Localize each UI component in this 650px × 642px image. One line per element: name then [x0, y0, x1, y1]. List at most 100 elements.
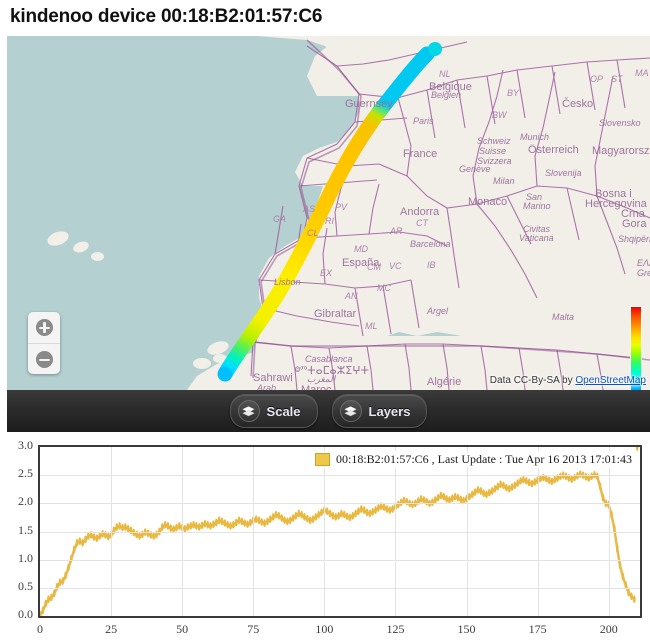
- minus-icon: [35, 351, 53, 368]
- map-label: Česko: [562, 98, 594, 110]
- y-tick-label: 0.5: [18, 578, 33, 593]
- series-marker: [375, 507, 376, 513]
- series-marker: [130, 527, 131, 533]
- series-marker: [51, 594, 52, 600]
- series-marker: [332, 513, 333, 519]
- series-marker: [318, 512, 319, 518]
- series-marker: [511, 484, 512, 490]
- map-label: Algérie: [427, 376, 462, 388]
- layers-button[interactable]: Layers: [331, 394, 428, 428]
- map-label: Marino: [523, 201, 551, 211]
- series-shadow: [40, 473, 636, 616]
- series-marker: [335, 514, 336, 520]
- series-marker: [298, 510, 299, 516]
- series-marker: [443, 493, 444, 499]
- y-tick-label: 1.0: [18, 550, 33, 565]
- series-marker: [125, 524, 126, 530]
- series-marker: [591, 473, 592, 479]
- series-marker: [224, 520, 225, 526]
- map-zoom-control[interactable]: [28, 312, 60, 374]
- series-marker: [349, 514, 350, 520]
- map-container[interactable]: Guernsey Paris France Belgique Belgien NL OP ST…: [7, 36, 650, 390]
- gridline-vertical: [111, 447, 113, 616]
- gridline-vertical: [182, 447, 184, 616]
- series-marker: [631, 593, 632, 599]
- series-marker: [301, 512, 302, 518]
- map-label: Magyarország: [592, 145, 650, 157]
- x-tick-label: 50: [176, 622, 189, 636]
- x-tick-label: 0: [37, 622, 43, 636]
- series-marker: [358, 508, 359, 514]
- map-label: Vaticana: [519, 233, 554, 243]
- series-marker: [554, 477, 555, 483]
- series-marker: [82, 540, 83, 546]
- gridline-horizontal: [40, 475, 640, 477]
- map-label: Genève: [459, 164, 491, 174]
- series-marker: [76, 540, 77, 546]
- series-marker: [600, 483, 601, 489]
- map-label: Casablanca: [305, 354, 353, 364]
- series-marker: [344, 512, 345, 518]
- series-marker: [503, 482, 504, 488]
- series-marker: [193, 522, 194, 528]
- series-marker: [480, 488, 481, 494]
- map-label: AN: [345, 291, 358, 301]
- series-marker: [275, 512, 276, 518]
- series-marker: [287, 518, 288, 524]
- scale-button[interactable]: Scale: [229, 394, 318, 428]
- series-marker: [435, 497, 436, 503]
- map-label: MD: [354, 244, 368, 254]
- zoom-out-button[interactable]: [28, 343, 60, 374]
- series-marker: [455, 493, 456, 499]
- map-label: Andorra: [400, 206, 440, 218]
- series-marker: [244, 520, 245, 526]
- series-marker: [304, 514, 305, 520]
- map-label: MA: [635, 68, 649, 78]
- series-marker: [57, 584, 58, 590]
- series-marker: [207, 522, 208, 528]
- series-marker: [548, 477, 549, 483]
- series-marker: [190, 523, 191, 529]
- legend-swatch: [314, 453, 330, 466]
- series-marker: [310, 517, 311, 523]
- series-marker: [509, 486, 510, 492]
- map-label: AR: [390, 226, 403, 236]
- series-marker: [420, 496, 421, 502]
- series-marker: [42, 607, 43, 613]
- zoom-in-button[interactable]: [28, 312, 60, 343]
- series-marker: [366, 509, 367, 515]
- series-marker: [213, 521, 214, 527]
- series-marker: [401, 499, 402, 505]
- series-marker: [506, 484, 507, 490]
- series-marker: [432, 499, 433, 505]
- series-marker: [233, 522, 234, 528]
- openstreetmap-link[interactable]: OpenStreetMap: [575, 375, 646, 386]
- series-marker: [216, 519, 217, 525]
- gridline-horizontal: [40, 587, 640, 589]
- map-label: CL: [307, 228, 319, 238]
- series-marker: [628, 589, 629, 595]
- map-label: Suisse: [479, 146, 507, 156]
- series-marker: [440, 492, 441, 498]
- gridline-vertical: [608, 447, 610, 616]
- y-tick-label: 0.0: [18, 607, 33, 621]
- series-marker: [494, 486, 495, 492]
- series-marker: [469, 493, 470, 499]
- series-marker: [597, 473, 598, 479]
- map-label: Barcelona: [410, 239, 451, 249]
- series-marker: [204, 521, 205, 527]
- gridline-vertical: [466, 447, 468, 616]
- series-marker: [261, 519, 262, 525]
- map-label: Gora: [622, 218, 647, 230]
- series-marker: [449, 497, 450, 503]
- series-marker: [176, 524, 177, 530]
- series-marker: [239, 517, 240, 523]
- speed-chart: http:gps4.fr 00:18:B2:01:57:C6 , Last Up…: [0, 432, 650, 642]
- gridline-vertical: [253, 447, 255, 616]
- series-marker: [611, 512, 612, 518]
- x-tick-label: 150: [457, 622, 476, 636]
- series-marker: [452, 495, 453, 501]
- series-marker: [620, 562, 621, 568]
- series-marker: [546, 475, 547, 481]
- map-canvas[interactable]: Guernsey Paris France Belgique Belgien NL OP ST…: [7, 36, 650, 390]
